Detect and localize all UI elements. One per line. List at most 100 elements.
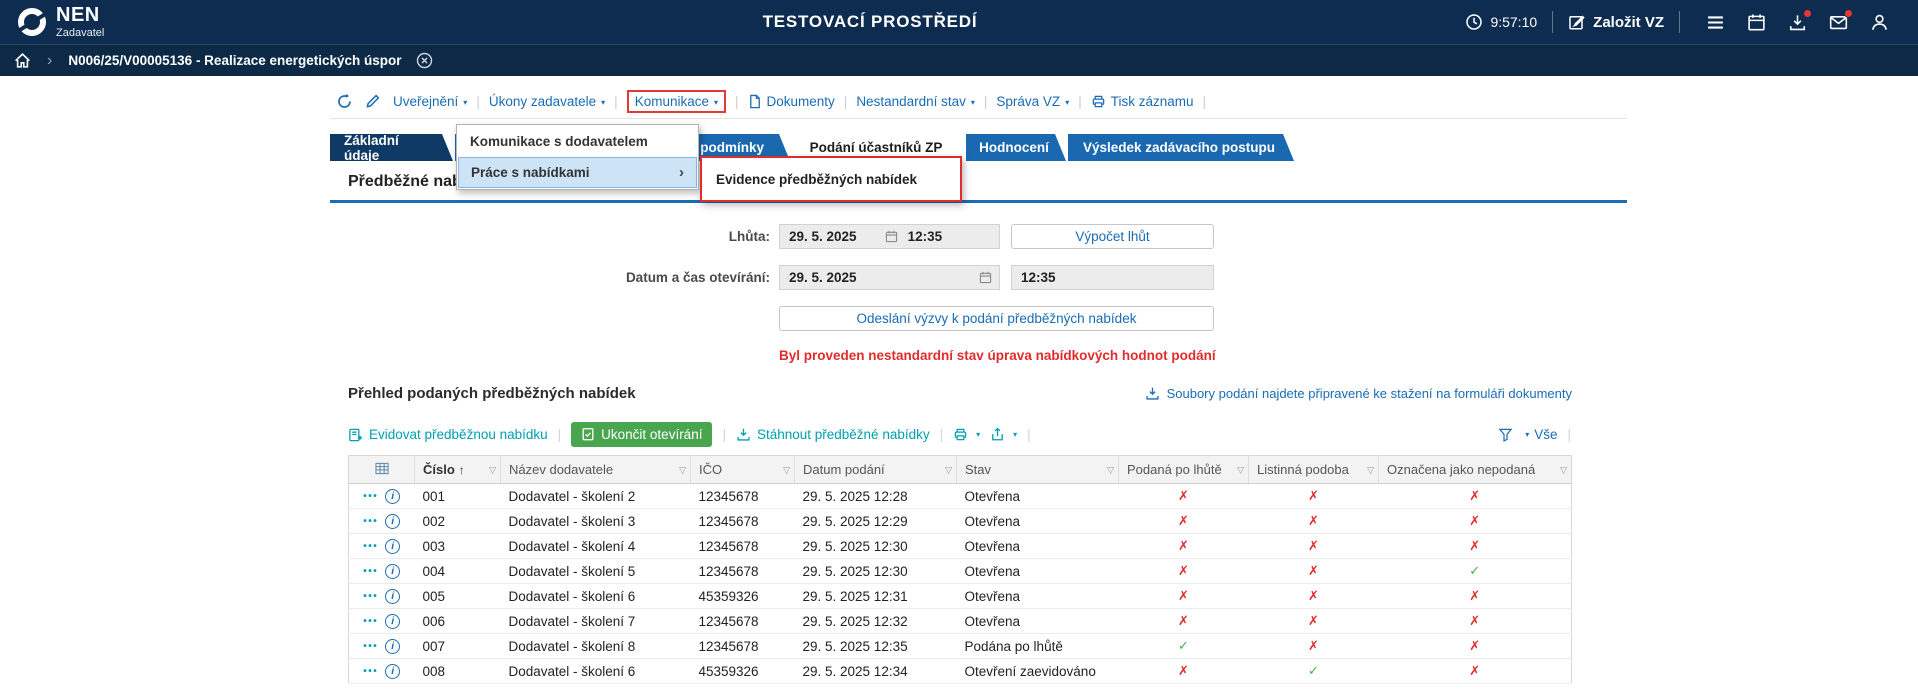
nen-home-link[interactable]: NEN Zadavatel [18, 5, 104, 39]
filter-caret-icon[interactable]: ▽ [679, 465, 686, 476]
home-button[interactable] [14, 52, 31, 69]
header-podana-po-lhute[interactable]: Podaná po lhůtě▽ [1119, 456, 1249, 484]
tab-hodnoceni[interactable]: Hodnocení [966, 134, 1066, 161]
row-menu-icon[interactable]: ••• [363, 641, 378, 652]
breadcrumb-record[interactable]: N006/25/V00005136 - Realizace energetick… [68, 53, 401, 68]
header-label: IČO [699, 462, 722, 477]
filter-caret-icon[interactable]: ▽ [783, 465, 790, 476]
table-row[interactable]: •••i003Dodavatel - školení 41234567829. … [349, 534, 1572, 559]
clipboard-check-icon [581, 427, 595, 441]
row-info-icon[interactable]: i [385, 614, 400, 629]
table-row[interactable]: •••i006Dodavatel - školení 71234567829. … [349, 609, 1572, 634]
tab-vysledek[interactable]: Výsledek zadávacího postupu [1068, 134, 1294, 161]
calendar-button[interactable] [1747, 13, 1766, 32]
messages-button[interactable] [1829, 13, 1848, 32]
row-info-icon[interactable]: i [385, 514, 400, 529]
chevron-down-icon: ▾ [1525, 430, 1529, 439]
topbar-separator [1679, 11, 1680, 33]
calendar-picker-icon[interactable] [979, 271, 992, 284]
otevirani-date-field[interactable]: 29. 5. 2025 [779, 265, 1000, 290]
row-info-icon[interactable]: i [385, 589, 400, 604]
filter-caret-icon[interactable]: ▽ [1367, 465, 1374, 476]
evidovat-nabidku-button[interactable]: Evidovat předběžnou nabídku [348, 427, 548, 442]
header-datum-podani[interactable]: Datum podání▽ [795, 456, 957, 484]
close-record-button[interactable] [416, 52, 433, 69]
menu-komunikace[interactable]: Komunikace ▾ [635, 94, 718, 109]
record-menubar: Uveřejnění ▾ | Úkony zadavatele ▾ | Komu… [336, 88, 1206, 114]
filter-caret-icon[interactable]: ▽ [945, 465, 952, 476]
menu-item-prace-s-nabidkami[interactable]: Práce s nabídkami › [458, 157, 697, 188]
filter-funnel-icon[interactable] [1498, 427, 1513, 442]
user-profile-button[interactable] [1870, 13, 1889, 32]
tab-zakladni-udaje[interactable]: Základní údaje [330, 134, 453, 161]
header-listinna-podoba[interactable]: Listinná podoba▽ [1249, 456, 1379, 484]
table-row[interactable]: •••i004Dodavatel - školení 51234567829. … [349, 559, 1572, 584]
row-actions-cell: ••• i [349, 659, 415, 684]
filter-caret-icon[interactable]: ▽ [1237, 465, 1244, 476]
row-info-icon[interactable]: i [385, 539, 400, 554]
row-info-icon[interactable]: i [385, 489, 400, 504]
row-menu-icon[interactable]: ••• [363, 666, 378, 677]
odeslani-vyzvy-button[interactable]: Odeslání výzvy k podání předběžných nabí… [779, 306, 1214, 331]
header-oznacena-jako-nepodana[interactable]: Označena jako nepodaná▽ [1379, 456, 1572, 484]
row-info-icon[interactable]: i [385, 639, 400, 654]
filter-caret-icon[interactable]: ▽ [489, 465, 496, 476]
table-row[interactable]: •••i001Dodavatel - školení 21234567829. … [349, 484, 1572, 509]
row-menu-icon[interactable]: ••• [363, 591, 378, 602]
stahnout-nabidky-button[interactable]: Stáhnout předběžné nabídky [736, 427, 930, 442]
calendar-picker-icon[interactable] [885, 230, 898, 243]
table-row[interactable]: •••i008Dodavatel - školení 64535932629. … [349, 659, 1572, 684]
toolbar-separator: | [940, 427, 944, 442]
header-nazev-dodavatele[interactable]: Název dodavatele▽ [501, 456, 691, 484]
chevron-down-icon: ▾ [976, 430, 980, 439]
header-label: Stav [965, 462, 991, 477]
row-menu-icon[interactable]: ••• [363, 566, 378, 577]
menu-item-evidence-predbeznych-nabidek[interactable]: Evidence předběžných nabídek [702, 158, 960, 200]
row-menu-icon[interactable]: ••• [363, 491, 378, 502]
menu-ukony-zadavatele[interactable]: Úkony zadavatele ▾ [489, 94, 605, 109]
menu-item-komunikace-s-dodavatelem[interactable]: Komunikace s dodavatelem [458, 126, 697, 157]
header-ico[interactable]: IČO ▽ [691, 456, 795, 484]
lhuta-datetime-field[interactable]: 29. 5. 2025 12:35 [779, 224, 1000, 249]
files-download-link[interactable]: Soubory podání najdete připravené ke sta… [1145, 386, 1572, 401]
row-info-icon[interactable]: i [385, 564, 400, 579]
row-info-icon[interactable]: i [385, 664, 400, 679]
cross-icon-cell: ✗ [1249, 634, 1379, 659]
cell-nazev-dodavatele: Dodavatel - školení 2 [501, 484, 691, 509]
export-table-button[interactable]: ▾ [990, 427, 1017, 442]
menu-tisk-label: Tisk záznamu [1111, 94, 1194, 109]
print-table-button[interactable]: ▾ [953, 427, 980, 442]
cross-icon-cell: ✗ [1379, 509, 1572, 534]
menu-sprava-vz[interactable]: Správa VZ ▾ [996, 94, 1069, 109]
main-menu-button[interactable] [1706, 13, 1725, 32]
table-row[interactable]: •••i007Dodavatel - školení 81234567829. … [349, 634, 1572, 659]
vypocet-lhut-button[interactable]: Výpočet lhůt [1011, 224, 1214, 249]
table-row[interactable]: •••i005Dodavatel - školení 64535932629. … [349, 584, 1572, 609]
history-refresh-icon[interactable] [336, 93, 353, 110]
menu-nestandardni-stav[interactable]: Nestandardní stav ▾ [856, 94, 975, 109]
table-row[interactable]: •••i002Dodavatel - školení 31234567829. … [349, 509, 1572, 534]
header-cislo[interactable]: Číslo↑▽ [415, 456, 501, 484]
cell-datum-podani: 29. 5. 2025 12:30 [795, 559, 957, 584]
filter-caret-icon[interactable]: ▽ [1560, 465, 1567, 476]
table-header-row: Číslo↑▽ Název dodavatele▽ IČO ▽ Datum pod… [349, 456, 1572, 484]
edit-record-icon[interactable] [365, 93, 381, 109]
filter-caret-icon[interactable]: ▽ [1107, 465, 1114, 476]
row-menu-icon[interactable]: ••• [363, 541, 378, 552]
menu-tisk-zaznamu[interactable]: Tisk záznamu [1091, 94, 1194, 109]
notification-badge [1803, 9, 1812, 18]
menu-uverejneni[interactable]: Uveřejnění ▾ [393, 94, 467, 109]
vse-label: Vše [1534, 427, 1557, 442]
row-menu-icon[interactable]: ••• [363, 616, 378, 627]
filter-vse-dropdown[interactable]: ▾ Vše [1523, 427, 1557, 442]
otevirani-time-field[interactable]: 12:35 [1011, 265, 1214, 290]
tab-label: Výsledek zadávacího postupu [1083, 140, 1275, 155]
menu-dokumenty[interactable]: Dokumenty [748, 94, 835, 109]
zalozit-vz-button[interactable]: Založit VZ [1568, 13, 1664, 31]
downloads-button[interactable] [1788, 13, 1807, 32]
chevron-down-icon: ▾ [463, 98, 467, 107]
row-menu-icon[interactable]: ••• [363, 516, 378, 527]
header-stav[interactable]: Stav ▽ [957, 456, 1119, 484]
ukoncit-otevirani-button[interactable]: Ukončit otevírání [571, 422, 712, 447]
nonstandard-state-warning: Byl proveden nestandardní stav úprava na… [779, 348, 1216, 363]
